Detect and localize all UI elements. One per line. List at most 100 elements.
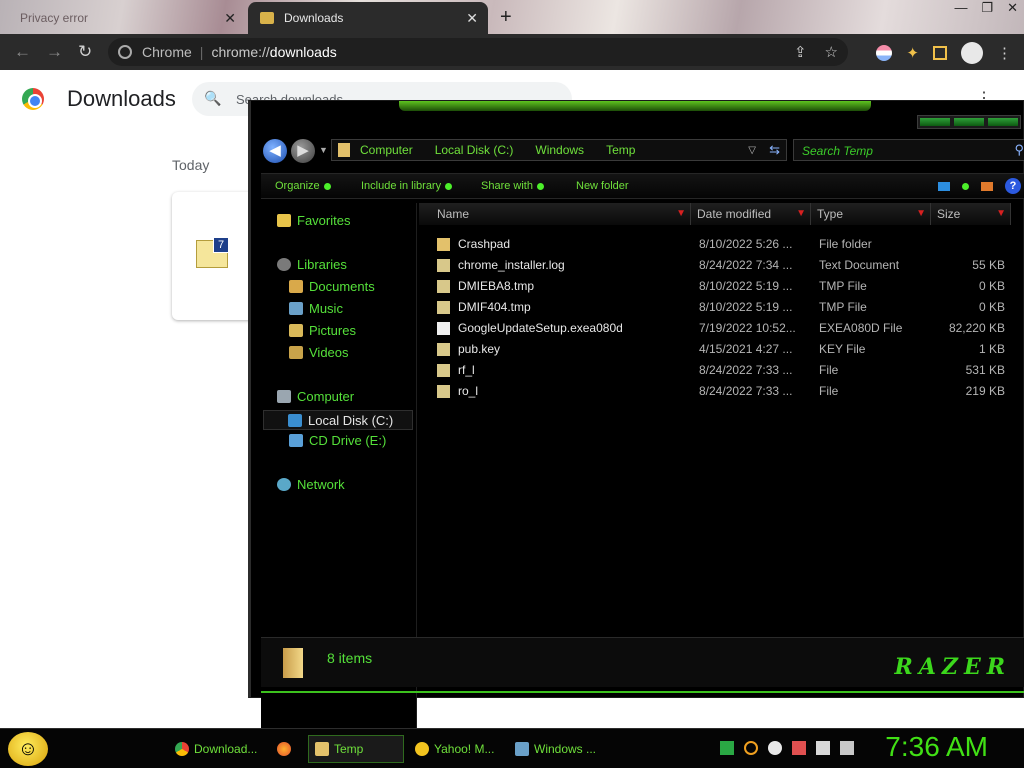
tab-downloads[interactable]: Downloads ✕ (248, 2, 488, 34)
column-date-modified[interactable]: Date modified ▼ (691, 203, 811, 225)
tray-app-icon[interactable] (720, 741, 734, 755)
profile-badge-icon[interactable] (876, 45, 893, 61)
taskbar-item-temp[interactable]: Temp (308, 735, 404, 763)
taskbar-label: Yahoo! M... (434, 742, 495, 756)
extension-puzzle-icon[interactable]: ✦ (906, 44, 919, 62)
taskbar-item-firefox[interactable] (270, 735, 304, 763)
help-icon[interactable]: ? (1005, 178, 1021, 194)
share-icon[interactable]: ⇪ (794, 43, 807, 61)
maximize-icon[interactable] (954, 118, 984, 126)
preview-pane-icon[interactable] (981, 181, 993, 191)
clock[interactable]: 7:36 AM (885, 731, 988, 763)
window-controls: — ❐ ✕ (954, 0, 1018, 16)
chevron-down-icon[interactable]: ▼ (996, 203, 1006, 225)
volume-icon[interactable] (840, 741, 854, 755)
razer-logo: RAZER (894, 654, 1011, 680)
nav-documents[interactable]: Documents (289, 279, 375, 294)
change-view-icon[interactable] (938, 181, 950, 191)
address-bar[interactable]: Computer Local Disk (C:) Windows Temp ▽ … (331, 139, 787, 161)
explorer-window-controls (917, 115, 1021, 129)
search-icon[interactable]: ⚲ (1014, 142, 1024, 158)
minimize-icon[interactable]: — (954, 0, 967, 16)
action-center-flag-icon[interactable] (792, 741, 806, 755)
reload-icon[interactable]: ↻ (78, 42, 92, 62)
refresh-icon[interactable]: ⇆ (769, 142, 780, 158)
profile-icon[interactable] (961, 42, 983, 64)
table-row[interactable]: DMIEBA8.tmp 8/10/2022 5:19 ... TMP File … (419, 276, 1023, 297)
chevron-down-icon[interactable]: ▽ (748, 145, 756, 156)
nav-videos[interactable]: Videos (289, 345, 349, 360)
close-window-icon[interactable] (988, 118, 1018, 126)
breadcrumb-temp[interactable]: Temp (606, 143, 635, 157)
breadcrumb-windows[interactable]: Windows (535, 143, 584, 157)
include-in-library-button[interactable]: Include in library (361, 180, 453, 192)
close-icon[interactable]: ✕ (466, 10, 478, 27)
back-icon[interactable]: ← (14, 42, 31, 62)
nav-local-disk[interactable]: Local Disk (C:) (263, 410, 413, 430)
column-name[interactable]: Name ▼ (419, 203, 691, 225)
tab-privacy-error[interactable]: Privacy error ✕ (8, 2, 246, 34)
restore-icon[interactable]: ❐ (981, 0, 993, 16)
close-icon[interactable]: ✕ (224, 10, 236, 27)
organize-button[interactable]: Organize (275, 180, 331, 192)
table-row[interactable]: pub.key 4/15/2021 4:27 ... KEY File 1 KB (419, 339, 1023, 360)
chevron-down-icon[interactable]: ▼ (319, 145, 328, 155)
file-type: TMP File (819, 279, 867, 293)
new-tab-button[interactable]: + (500, 6, 512, 29)
chevron-down-icon[interactable]: ▼ (796, 203, 806, 225)
view-options-button[interactable] (962, 182, 969, 190)
share-with-button[interactable]: Share with (481, 180, 544, 192)
back-icon[interactable]: ◀ (263, 139, 287, 163)
omnibox-url-host: downloads (269, 44, 337, 60)
table-row[interactable]: ro_l 8/24/2022 7:33 ... File 219 KB (419, 381, 1023, 402)
search-input[interactable]: Search Temp ⚲ (793, 139, 1024, 161)
breadcrumb-local-disk[interactable]: Local Disk (C:) (435, 143, 514, 157)
nav-pictures[interactable]: Pictures (289, 323, 356, 338)
windows-app-icon (515, 742, 529, 756)
bookmark-star-icon[interactable]: ☆ (825, 43, 838, 61)
forward-icon[interactable]: → (46, 42, 63, 62)
taskbar-item-downloads[interactable]: Download... (168, 735, 264, 763)
file-name: DMIF404.tmp (458, 300, 531, 314)
network-icon (277, 478, 291, 491)
minimize-icon[interactable] (920, 118, 950, 126)
chevron-down-icon[interactable]: ▼ (916, 203, 926, 225)
table-row[interactable]: DMIF404.tmp 8/10/2022 5:19 ... TMP File … (419, 297, 1023, 318)
new-folder-button[interactable]: New folder (576, 180, 629, 192)
column-type[interactable]: Type ▼ (811, 203, 931, 225)
nav-computer[interactable]: Computer (277, 389, 354, 404)
tray-search-icon[interactable] (744, 741, 758, 755)
file-type: TMP File (819, 300, 867, 314)
file-size: 219 KB (965, 384, 1005, 398)
nav-local-disk-label: Local Disk (C:) (308, 412, 394, 428)
kebab-menu-icon[interactable]: ⋮ (997, 44, 1012, 62)
tray-messenger-icon[interactable] (768, 741, 782, 755)
breadcrumb-computer[interactable]: Computer (360, 143, 413, 157)
taskbar-item-windows[interactable]: Windows ... (508, 735, 608, 763)
documents-icon (289, 280, 303, 293)
address-row: ◀ ▶ ▼ Computer Local Disk (C:) Windows T… (261, 137, 1024, 165)
column-size[interactable]: Size ▼ (931, 203, 1011, 225)
nav-music[interactable]: Music (289, 301, 343, 316)
taskbar-item-yahoo[interactable]: Yahoo! M... (408, 735, 504, 763)
nav-network[interactable]: Network (277, 477, 345, 492)
sidebar-icon[interactable] (933, 46, 947, 60)
column-size-label: Size (937, 207, 961, 221)
file-type: File folder (819, 237, 872, 251)
file-size: 531 KB (965, 363, 1005, 377)
table-row[interactable]: chrome_installer.log 8/24/2022 7:34 ... … (419, 255, 1023, 276)
nav-cd-drive[interactable]: CD Drive (E:) (289, 433, 386, 448)
title-glow (399, 101, 871, 111)
omnibox[interactable]: Chrome | chrome://downloads ⇪ ☆ (108, 38, 848, 66)
close-window-icon[interactable]: ✕ (1007, 0, 1018, 16)
table-row[interactable]: Crashpad 8/10/2022 5:26 ... File folder (419, 234, 1023, 255)
forward-icon[interactable]: ▶ (291, 139, 315, 163)
file-date: 8/10/2022 5:26 ... (699, 237, 793, 251)
chevron-down-icon[interactable]: ▼ (676, 203, 686, 225)
table-row[interactable]: rf_l 8/24/2022 7:33 ... File 531 KB (419, 360, 1023, 381)
table-row[interactable]: GoogleUpdateSetup.exea080d 7/19/2022 10:… (419, 318, 1023, 339)
nav-libraries[interactable]: Libraries (277, 257, 347, 272)
start-button[interactable]: ☺ (8, 732, 48, 766)
network-icon[interactable] (816, 741, 830, 755)
nav-favorites[interactable]: Favorites (277, 213, 350, 228)
